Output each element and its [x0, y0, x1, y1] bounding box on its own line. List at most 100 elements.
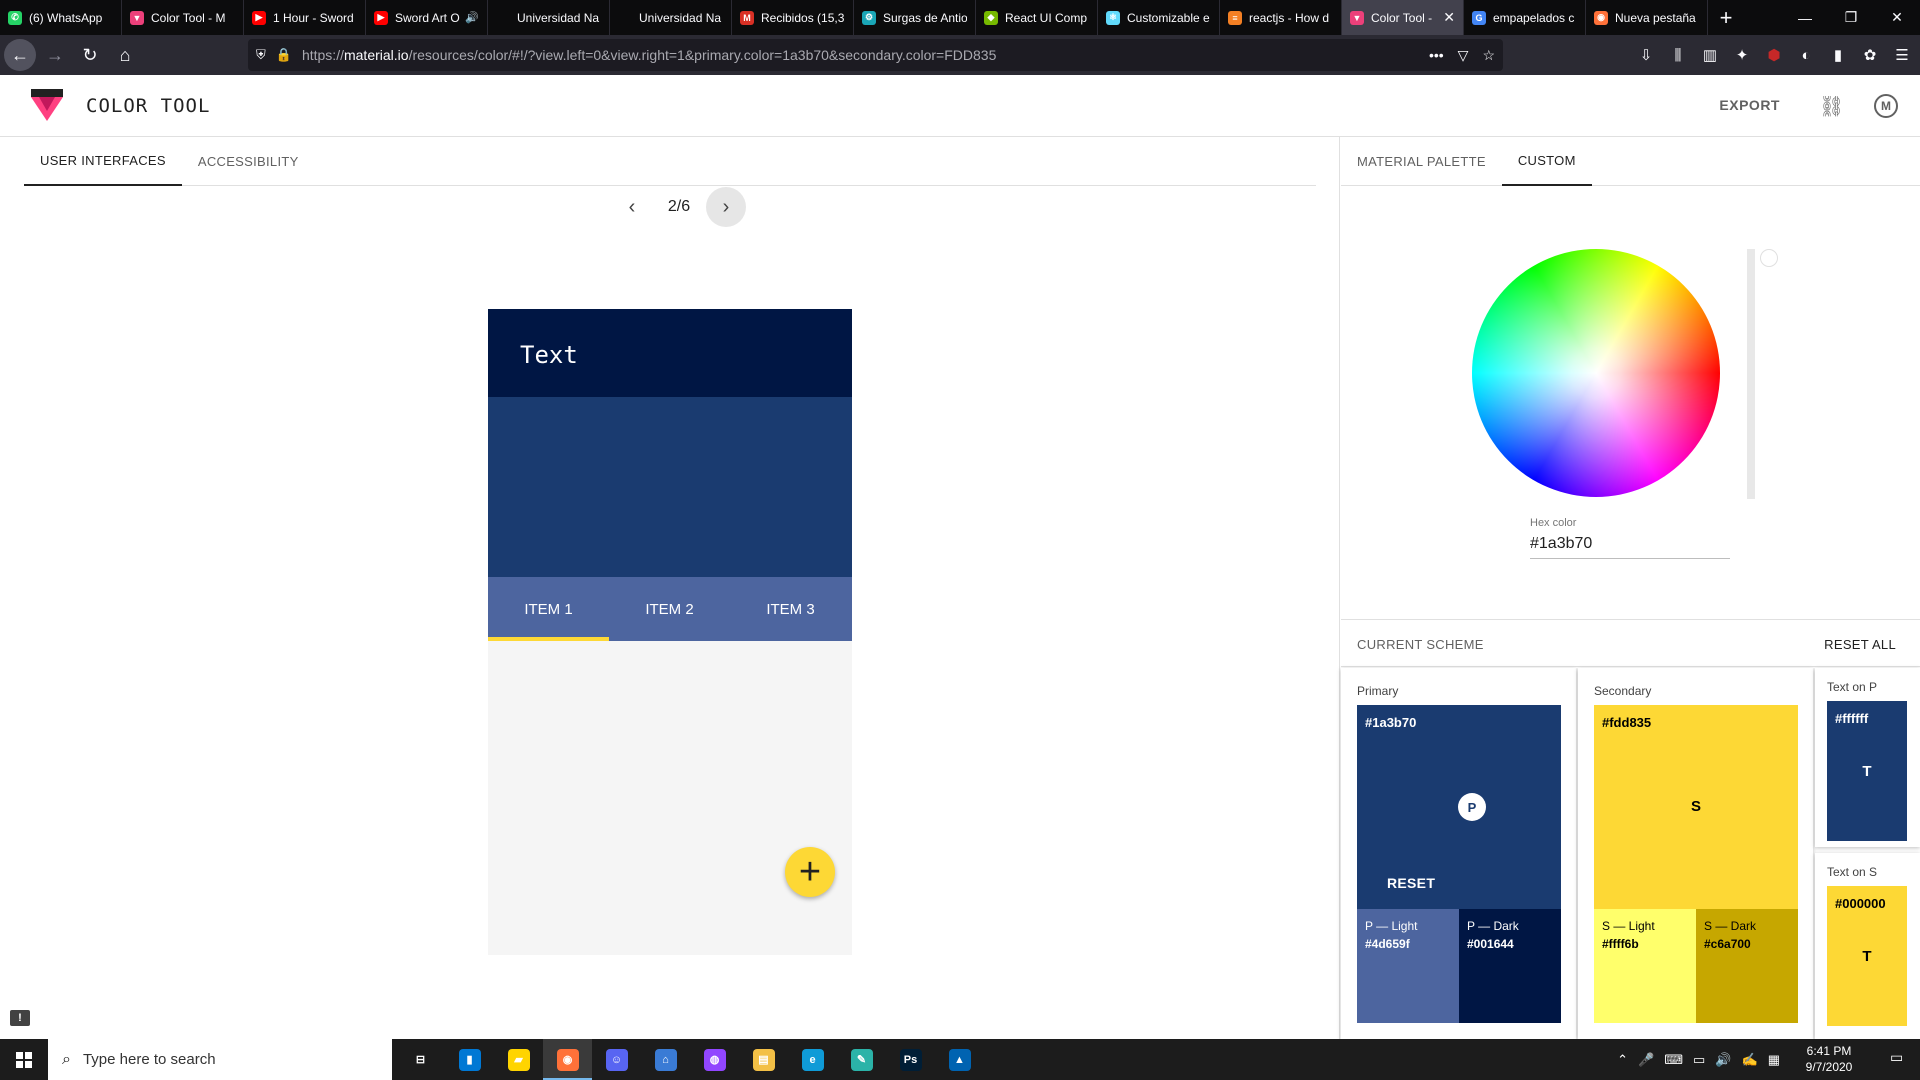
- primary-light-swatch[interactable]: P — Light #4d659f: [1357, 909, 1459, 1023]
- address-bar[interactable]: ⛨ 🔒 https://material.io/resources/color/…: [248, 39, 1503, 71]
- taskbar-app-button[interactable]: ▲: [935, 1039, 984, 1080]
- reset-all-button[interactable]: RESET ALL: [1824, 637, 1896, 652]
- keyboard-layout-icon[interactable]: ⌨: [1664, 1052, 1683, 1068]
- back-button[interactable]: ←: [4, 39, 36, 71]
- taskbar-app-button[interactable]: e: [788, 1039, 837, 1080]
- browser-tab[interactable]: M Recibidos (15,3: [732, 0, 854, 35]
- pen-icon[interactable]: ✍: [1742, 1052, 1758, 1068]
- network-icon[interactable]: ▭: [1693, 1052, 1705, 1068]
- browser-tab[interactable]: ✆ (6) WhatsApp: [0, 0, 122, 35]
- input-method-icon[interactable]: ▦: [1768, 1052, 1780, 1068]
- forward-button[interactable]: →: [39, 39, 71, 71]
- text-on-p-swatch[interactable]: #ffffff T: [1827, 701, 1907, 841]
- taskbar-app-button[interactable]: ▤: [739, 1039, 788, 1080]
- browser-tab[interactable]: Gempapelados c: [1464, 0, 1586, 35]
- browser-tab[interactable]: ≡ reactjs - How d: [1220, 0, 1342, 35]
- browser-tab[interactable]: ⚙ Surgas de Antio: [854, 0, 976, 35]
- tab-accessibility[interactable]: ACCESSIBILITY: [182, 137, 315, 186]
- primary-hex: #1a3b70: [1365, 715, 1417, 730]
- close-tab-icon[interactable]: ✕: [1443, 9, 1455, 26]
- text-on-p-card[interactable]: Text on P #ffffff T: [1815, 668, 1920, 847]
- feedback-icon[interactable]: !: [10, 1010, 30, 1026]
- browser-tab[interactable]: Universidad Na: [488, 0, 610, 35]
- downloads-icon[interactable]: ⇩: [1634, 43, 1658, 67]
- browser-tab-title: Universidad Na: [517, 10, 600, 25]
- taskbar-app-button[interactable]: ▰: [494, 1039, 543, 1080]
- start-button[interactable]: [0, 1039, 48, 1080]
- text-on-s-swatch[interactable]: #000000 T: [1827, 886, 1907, 1026]
- browser-tab[interactable]: ▼ Color Tool - M: [122, 0, 244, 35]
- link-icon[interactable]: ⛓: [1819, 94, 1844, 118]
- library-icon[interactable]: ⫼: [1666, 43, 1690, 67]
- browser-tab[interactable]: ◉ Nueva pestaña: [1586, 0, 1708, 35]
- minimize-button[interactable]: —: [1782, 0, 1828, 35]
- taskbar-app-button[interactable]: ☺: [592, 1039, 641, 1080]
- pocket-icon[interactable]: ▽: [1458, 47, 1469, 64]
- browser-tab[interactable]: ▼ Color Tool - ✕: [1342, 0, 1464, 35]
- reload-button[interactable]: ↻: [74, 39, 106, 71]
- audio-playing-icon[interactable]: 🔊: [465, 11, 479, 24]
- primary-card[interactable]: Primary #1a3b70 P RESET P — Light #4d659…: [1341, 668, 1576, 1039]
- primary-reset-button[interactable]: RESET: [1387, 875, 1435, 891]
- firefox-icon: ◉: [1594, 10, 1608, 25]
- prev-page-button[interactable]: ‹: [612, 187, 652, 227]
- taskbar-app-button[interactable]: ◉: [543, 1039, 592, 1080]
- extension-bars-icon[interactable]: ▮: [1826, 43, 1850, 67]
- extension-gear-icon[interactable]: ✿: [1858, 43, 1882, 67]
- mock-tab-item-2[interactable]: ITEM 2: [609, 577, 730, 641]
- page-actions-icon[interactable]: •••: [1429, 47, 1444, 63]
- lightness-slider[interactable]: [1747, 249, 1755, 499]
- mock-tab-item-1[interactable]: ITEM 1: [488, 577, 609, 641]
- text-on-s-card[interactable]: Text on S #000000 T: [1815, 853, 1920, 1039]
- mock-tab-item-3[interactable]: ITEM 3: [730, 577, 851, 641]
- close-window-button[interactable]: ✕: [1874, 0, 1920, 35]
- taskbar-search-placeholder: Type here to search: [82, 1051, 216, 1068]
- primary-dark-swatch[interactable]: P — Dark #001644: [1459, 909, 1561, 1023]
- secondary-card[interactable]: Secondary #fdd835 S S — Light #ffff6b S …: [1578, 668, 1813, 1039]
- hex-color-input[interactable]: #1a3b70: [1530, 535, 1730, 559]
- secondary-light-swatch[interactable]: S — Light #ffff6b: [1594, 909, 1696, 1023]
- show-hidden-icons-icon[interactable]: ⌃: [1617, 1052, 1628, 1068]
- browser-tab[interactable]: ▶ 1 Hour - Sword: [244, 0, 366, 35]
- browser-tab-title: Nueva pestaña: [1615, 10, 1696, 25]
- extension-bird-icon[interactable]: ✦: [1730, 43, 1754, 67]
- sidebar-icon[interactable]: ▥: [1698, 43, 1722, 67]
- taskbar-app-button[interactable]: ⊟: [396, 1039, 445, 1080]
- tab-custom[interactable]: CUSTOM: [1501, 137, 1592, 186]
- mock-fab-button[interactable]: +: [785, 847, 835, 897]
- taskbar-app-button[interactable]: ▮: [445, 1039, 494, 1080]
- volume-icon[interactable]: 🔊: [1715, 1052, 1731, 1068]
- bookmark-star-icon[interactable]: ☆: [1482, 47, 1495, 64]
- lightness-slider-handle[interactable]: [1760, 249, 1778, 267]
- primary-swatch[interactable]: #1a3b70 P RESET: [1357, 705, 1561, 909]
- browser-tab[interactable]: ▶ Sword Art O 🔊: [366, 0, 488, 35]
- taskbar-app-button[interactable]: ✎: [837, 1039, 886, 1080]
- secondary-badge: S: [1690, 798, 1701, 815]
- ublock-icon[interactable]: ⬢: [1762, 43, 1786, 67]
- next-page-button[interactable]: ›: [706, 187, 746, 227]
- restore-button[interactable]: ❐: [1828, 0, 1874, 35]
- taskbar-app-button[interactable]: ⌂: [641, 1039, 690, 1080]
- tab-material-palette[interactable]: MATERIAL PALETTE: [1341, 137, 1502, 186]
- material-account-icon[interactable]: M: [1874, 94, 1898, 118]
- new-tab-button[interactable]: +: [1708, 0, 1744, 35]
- browser-tab[interactable]: ⚛ Customizable e: [1098, 0, 1220, 35]
- secondary-swatch[interactable]: #fdd835 S: [1594, 705, 1798, 909]
- home-button[interactable]: ⌂: [109, 39, 141, 71]
- color-wheel[interactable]: [1472, 249, 1720, 497]
- tab-user-interfaces[interactable]: USER INTERFACES: [24, 137, 182, 186]
- export-button[interactable]: EXPORT: [1719, 97, 1780, 113]
- mock-tab-bar: ITEM 1 ITEM 2 ITEM 3: [488, 577, 852, 641]
- secondary-dark-swatch[interactable]: S — Dark #c6a700: [1696, 909, 1798, 1023]
- taskbar-search[interactable]: ⌕ Type here to search: [48, 1039, 392, 1080]
- notifications-icon[interactable]: ▭: [1890, 1049, 1910, 1069]
- taskbar-app-button[interactable]: ◍: [690, 1039, 739, 1080]
- browser-tab[interactable]: Universidad Na: [610, 0, 732, 35]
- menu-icon[interactable]: ☰: [1890, 43, 1914, 67]
- clock[interactable]: 6:41 PM 9/7/2020: [1796, 1043, 1862, 1075]
- taskbar-app-button[interactable]: Ps: [886, 1039, 935, 1080]
- extension-circle-icon[interactable]: ◐: [1794, 43, 1818, 67]
- microphone-icon[interactable]: 🎤: [1638, 1052, 1654, 1068]
- browser-tab-title: Universidad Na: [639, 10, 722, 25]
- browser-tab[interactable]: ◆ React UI Comp: [976, 0, 1098, 35]
